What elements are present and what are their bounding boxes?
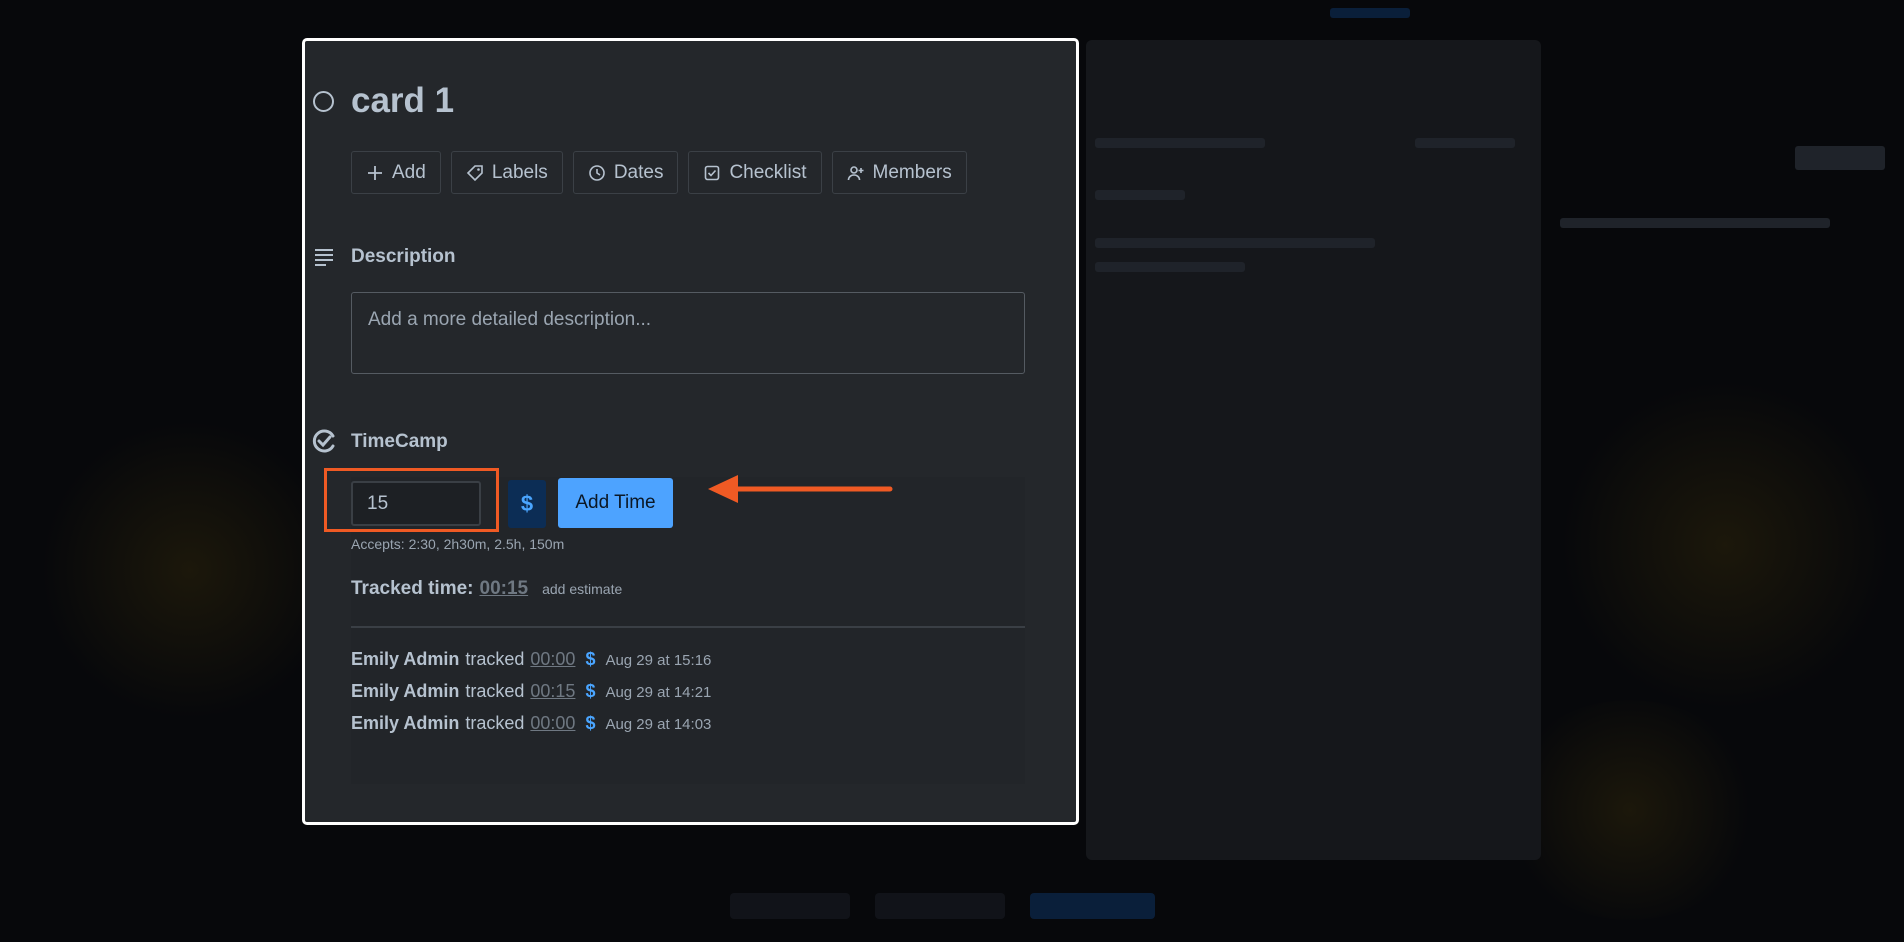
add-estimate-link[interactable]: add estimate: [542, 581, 622, 597]
add-member-icon: [847, 165, 864, 180]
dates-button-label: Dates: [613, 161, 664, 183]
highlight-box: [324, 468, 499, 532]
entry-verb: tracked: [465, 649, 525, 669]
background-bar: [1095, 262, 1245, 272]
card-modal: card 1 Add Labels Dates Checklist Member…: [302, 38, 1079, 825]
background-footer-button: [730, 893, 850, 919]
description-icon: [315, 249, 333, 266]
divider: [351, 626, 1025, 628]
entry-user: Emily Admin: [351, 713, 460, 733]
members-button[interactable]: Members: [831, 151, 967, 194]
time-entry: Emily Admin tracked 00:00 $ Aug 29 at 14…: [351, 713, 711, 734]
entry-duration[interactable]: 00:00: [530, 649, 575, 670]
background-bar: [1330, 8, 1410, 18]
timecamp-icon: [312, 429, 335, 453]
entry-verb: tracked: [465, 681, 525, 701]
description-title: Description: [351, 246, 456, 267]
tracked-time-value[interactable]: 00:15: [480, 578, 529, 600]
background-footer-button: [1030, 893, 1155, 919]
tracked-time-label: Tracked time:: [351, 578, 474, 599]
tracked-time-row: Tracked time: 00:15 add estimate: [351, 578, 622, 600]
timecamp-title: TimeCamp: [351, 431, 448, 452]
dollar-icon[interactable]: $: [585, 681, 595, 702]
labels-button[interactable]: Labels: [450, 151, 563, 194]
checklist-icon: [705, 165, 720, 180]
clock-icon: [589, 164, 605, 181]
entry-duration[interactable]: 00:15: [530, 681, 575, 702]
background-bar: [1795, 146, 1885, 170]
entry-verb: tracked: [465, 713, 525, 733]
dollar-icon[interactable]: $: [585, 713, 595, 734]
dollar-icon[interactable]: $: [585, 649, 595, 670]
add-time-button[interactable]: Add Time: [558, 478, 673, 528]
tag-icon: [466, 164, 483, 181]
dates-button[interactable]: Dates: [572, 151, 679, 194]
entry-user: Emily Admin: [351, 681, 460, 701]
background-glow: [40, 420, 340, 720]
background-card-panel: [1086, 40, 1541, 860]
add-button-label: Add: [392, 161, 426, 183]
checklist-button[interactable]: Checklist: [688, 151, 822, 194]
add-button[interactable]: Add: [351, 151, 441, 194]
members-button-label: Members: [872, 161, 952, 183]
background-bar: [1095, 138, 1265, 148]
arrow-pointer-icon: [708, 475, 893, 503]
background-footer-button: [875, 893, 1005, 919]
background-bar: [1560, 218, 1830, 228]
description-input[interactable]: Add a more detailed description...: [351, 292, 1025, 374]
card-title[interactable]: card 1: [351, 81, 454, 121]
entry-timestamp: Aug 29 at 14:21: [605, 684, 712, 701]
background-bar: [1415, 138, 1515, 148]
entry-user: Emily Admin: [351, 649, 460, 669]
billable-toggle-button[interactable]: $: [508, 480, 546, 528]
card-title-row: card 1: [305, 77, 1076, 127]
checklist-button-label: Checklist: [729, 161, 807, 183]
entry-timestamp: Aug 29 at 15:16: [605, 652, 712, 669]
time-entry: Emily Admin tracked 00:15 $ Aug 29 at 14…: [351, 681, 711, 702]
background-glow: [1560, 380, 1890, 710]
plus-icon: [368, 165, 382, 180]
accepts-hint: Accepts: 2:30, 2h30m, 2.5h, 150m: [351, 536, 565, 552]
background-bar: [1095, 238, 1375, 248]
card-actions: Add Labels Dates Checklist Members: [351, 151, 967, 194]
entry-duration[interactable]: 00:00: [530, 713, 575, 734]
circle-icon[interactable]: [313, 91, 334, 112]
entry-timestamp: Aug 29 at 14:03: [605, 716, 712, 733]
background-bar: [1095, 190, 1185, 200]
labels-button-label: Labels: [491, 161, 548, 183]
time-entry: Emily Admin tracked 00:00 $ Aug 29 at 15…: [351, 649, 711, 670]
